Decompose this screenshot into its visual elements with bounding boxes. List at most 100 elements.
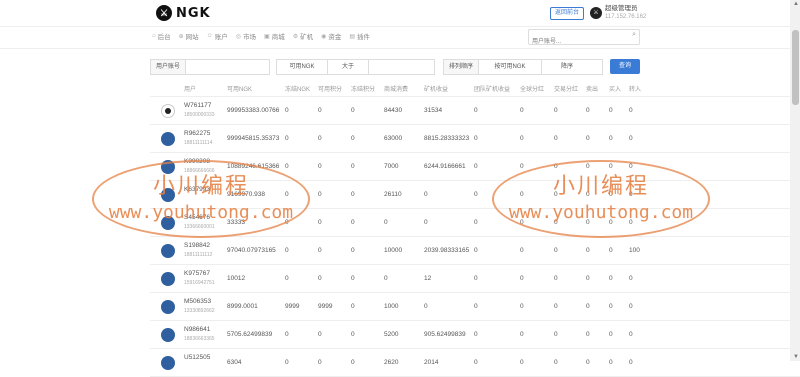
table-cell: 8999.0001: [227, 303, 258, 310]
table-cell: 905.62499839: [424, 331, 466, 338]
nav-item[interactable]: ⊕ 网站: [178, 31, 199, 42]
table-cell: 0: [318, 191, 322, 198]
table-cell: 0: [609, 331, 613, 338]
table-cell: 2014: [424, 359, 439, 366]
table-cell: 6304: [227, 359, 242, 366]
column-header[interactable]: 转入: [629, 84, 641, 93]
table-cell: 5705.62499839: [227, 331, 273, 338]
table-cell: 0: [586, 331, 590, 338]
column-header[interactable]: 可用NGK: [227, 84, 252, 93]
globe-icon: ⊕: [178, 33, 184, 40]
table-cell: 0: [351, 135, 355, 142]
sort-field-select[interactable]: 按可用NGK: [479, 60, 543, 74]
page-scrollbar[interactable]: ▲ ▼: [790, 0, 800, 361]
nav-item-label: 账户: [214, 34, 228, 41]
table-cell: 12: [424, 275, 432, 282]
sort-order-select[interactable]: 降序: [542, 60, 592, 74]
table-cell: 0: [554, 359, 558, 366]
sort-label: 排列顺序: [444, 60, 480, 74]
market-icon: ◎: [235, 33, 242, 40]
nav-item[interactable]: ☺ 账户: [207, 31, 228, 41]
compare-select[interactable]: 大于: [328, 60, 369, 74]
field-select[interactable]: 可用NGK: [277, 60, 328, 74]
user-name: U512505: [184, 354, 211, 361]
value-filter: 可用NGK 大于: [276, 59, 435, 75]
table-row[interactable]: W761177 18500000333 999953383.00766 0 0 0 8443…: [150, 97, 800, 125]
column-header[interactable]: 全球分红: [520, 84, 544, 93]
table-cell: 0: [554, 247, 558, 254]
table-cell: 0: [474, 247, 478, 254]
column-header[interactable]: 商城消费: [384, 84, 408, 93]
search-input[interactable]: [529, 35, 631, 49]
table-cell: 1000: [384, 303, 399, 310]
table-row[interactable]: R962275 18811111114 999945815.35373 0 0 0 6300…: [150, 125, 800, 153]
avatar: [161, 272, 175, 286]
user-name: M506353: [184, 298, 212, 305]
logo-mark-icon: ⚔: [156, 5, 172, 21]
table-cell: 0: [629, 107, 633, 114]
search-icon[interactable]: ⌕: [632, 31, 636, 39]
table-row[interactable]: M506353 13330892662 8999.0001 9999 9999 0 1000…: [150, 293, 800, 321]
table-cell: 0: [586, 303, 590, 310]
table-cell: 0: [424, 303, 428, 310]
table-cell: 0: [318, 331, 322, 338]
table-cell: 0: [554, 107, 558, 114]
account-filter-label: 用户账号: [151, 60, 187, 74]
divider: [0, 48, 800, 49]
table-cell: 0: [351, 191, 355, 198]
table-cell: 0: [474, 219, 478, 226]
admin-profile[interactable]: ⚔ 超级管理员 117.152.76.162: [590, 5, 646, 21]
table-cell: 0: [609, 359, 613, 366]
avatar: [161, 356, 175, 370]
column-header[interactable]: 冻结积分: [351, 84, 375, 93]
table-cell: 0: [285, 275, 289, 282]
column-header[interactable]: 可用积分: [318, 84, 342, 93]
scroll-thumb[interactable]: [792, 30, 799, 105]
column-header[interactable]: 冻结NGK: [285, 84, 310, 93]
table-cell: 0: [384, 275, 388, 282]
column-header[interactable]: 买入: [609, 84, 621, 93]
table-cell: 0: [424, 191, 428, 198]
nav-item[interactable]: ◉ 资金: [321, 31, 341, 42]
table-cell: 0: [520, 135, 524, 142]
nav-item-label: 网站: [185, 34, 199, 41]
column-header[interactable]: 交易分红: [554, 84, 578, 93]
logo[interactable]: ⚔ NGK: [156, 5, 211, 21]
table-row[interactable]: N986641 18836663365 5705.62499839 0 0 0 5200 90…: [150, 321, 800, 349]
table-cell: 0: [474, 275, 478, 282]
account-filter-input[interactable]: [186, 61, 263, 73]
table-cell: 0: [285, 107, 289, 114]
table-row[interactable]: U512505 6304 0 0 0 2620 2014 0 0 0 0 0 0: [150, 349, 800, 377]
query-button[interactable]: 查询: [610, 59, 640, 74]
nav-item[interactable]: ▤ 插件: [349, 31, 370, 42]
nav-item[interactable]: ▣ 商城: [264, 31, 285, 42]
value-filter-input[interactable]: [369, 61, 430, 73]
table-cell: 0: [351, 359, 355, 366]
nav-item[interactable]: ◎ 市场: [235, 31, 257, 42]
admin-ip: 117.152.76.162: [605, 14, 647, 20]
watermark-right-line1: 小川编程: [552, 174, 649, 199]
nav-item[interactable]: ⌂ 后台: [152, 31, 171, 41]
table-row[interactable]: K975767 15916942751 10012 0 0 0 0 12 0 0 0 0 0 0: [150, 265, 800, 293]
table-cell: 0: [318, 107, 322, 114]
nav-item-label: 市场: [243, 34, 257, 41]
column-header[interactable]: 卖出: [586, 84, 598, 93]
column-header[interactable]: 团队矿机收益: [474, 84, 510, 93]
table-cell: 0: [474, 163, 478, 170]
table-cell: 0: [318, 359, 322, 366]
scroll-down-icon[interactable]: ▼: [793, 354, 799, 360]
scroll-up-icon[interactable]: ▲: [793, 1, 799, 7]
table-cell: 0: [609, 247, 613, 254]
table-cell: 7000: [384, 163, 399, 170]
table-cell: 0: [520, 303, 524, 310]
account-filter: 用户账号: [150, 59, 270, 75]
table-cell: 0: [351, 219, 355, 226]
nav-item[interactable]: ⚙ 矿机: [293, 31, 313, 42]
table-cell: 0: [351, 303, 355, 310]
home-icon: ⌂: [152, 33, 156, 39]
column-header[interactable]: 用户: [184, 84, 196, 93]
table-row[interactable]: S198842 18811111112 97040.07973165 0 0 0 10000…: [150, 237, 800, 265]
column-header[interactable]: 矿机收益: [424, 84, 448, 93]
back-to-frontend-button[interactable]: 返回前台: [550, 7, 585, 20]
table-cell: 0: [609, 107, 613, 114]
